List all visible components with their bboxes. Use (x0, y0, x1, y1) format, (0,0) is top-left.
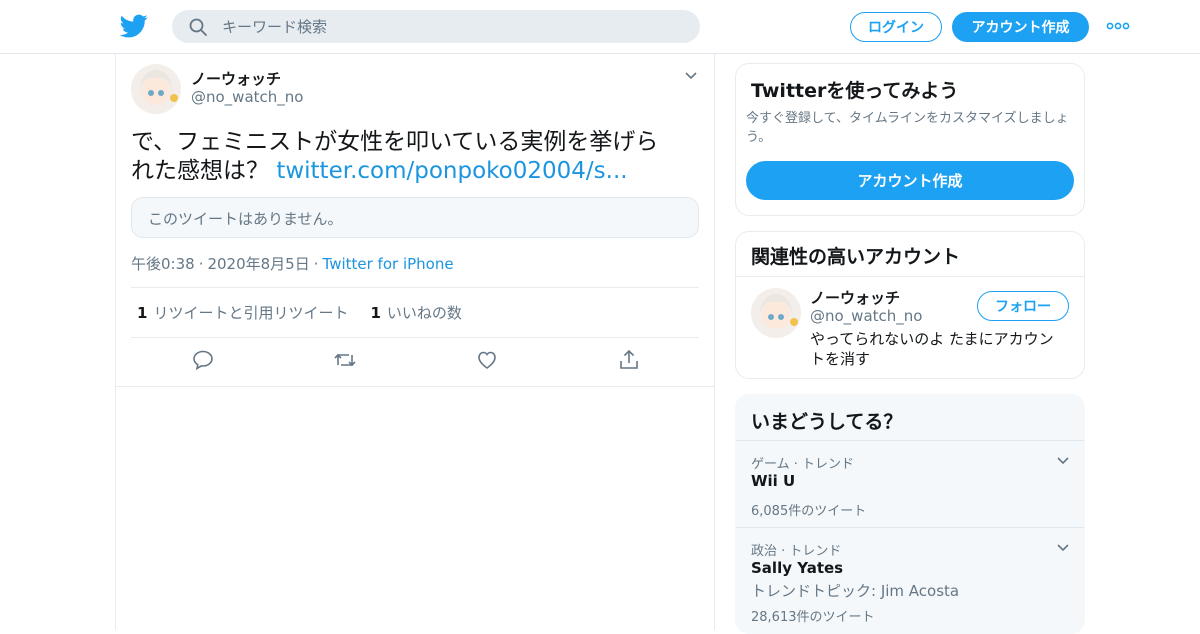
top-navigation-bar: ログイン アカウント作成 (0, 0, 1200, 54)
like-icon[interactable] (475, 348, 499, 372)
tweet-actions (131, 348, 699, 378)
trends-card: いまどうしてる？ ゲーム · トレンド Wii U 6,085件のツイート 政治… (735, 394, 1085, 634)
meta-separator: · (198, 255, 204, 273)
retweet-stat[interactable]: 1 リツイートと引用リツイート (137, 302, 348, 323)
search-icon (189, 18, 207, 36)
search-bar[interactable] (172, 10, 700, 43)
trend-name: Wii U (751, 472, 796, 490)
tweet-metadata: 午後0:38 · 2020年8月5日 · Twitter for iPhone (131, 253, 454, 274)
search-input[interactable] (222, 17, 662, 36)
trend-category: 政治 · トレンド (751, 544, 842, 559)
login-button[interactable]: ログイン (850, 12, 942, 42)
tweet-link[interactable]: twitter.com/ponpoko02004/s... (276, 158, 627, 184)
related-account-handle[interactable]: @no_watch_no (810, 307, 922, 325)
like-stat-label: いいねの数 (386, 304, 462, 322)
chevron-down-icon[interactable] (1056, 456, 1070, 466)
retweet-stat-label: リツイートと引用リツイート (153, 304, 349, 322)
twitter-bird-logo-icon[interactable] (120, 12, 148, 40)
related-accounts-card: 関連性の高いアカウント ノーウォッチ @no_watch_no やってられないの… (735, 231, 1085, 379)
divider (736, 276, 1084, 277)
signup-card-button[interactable]: アカウント作成 (746, 161, 1074, 200)
trend-topic: トレンドトピック: Jim Acosta (751, 582, 960, 600)
tweet-stats: 1 リツイートと引用リツイート 1 いいねの数 (131, 287, 699, 338)
trend-tweet-count: 6,085件のツイート (751, 504, 867, 519)
tweet-source[interactable]: Twitter for iPhone (323, 255, 454, 273)
tweet-text-line2: れた感想は？ (131, 158, 269, 184)
share-icon[interactable] (617, 348, 641, 372)
signup-button[interactable]: アカウント作成 (952, 12, 1089, 42)
related-account-avatar[interactable] (751, 288, 801, 338)
like-stat[interactable]: 1 いいねの数 (370, 302, 461, 323)
follow-button[interactable]: フォロー (977, 291, 1069, 321)
quoted-tweet-unavailable: このツイートはありません。 (131, 197, 699, 238)
like-count: 1 (370, 304, 381, 322)
reply-icon[interactable] (191, 348, 215, 372)
avatar[interactable] (131, 64, 181, 114)
chevron-down-icon[interactable] (1056, 543, 1070, 553)
tweet-column: ノーウォッチ @no_watch_no で、フェミニストが女性を叩いている実例を… (115, 54, 715, 630)
retweet-icon[interactable] (333, 348, 357, 372)
trend-category: ゲーム · トレンド (751, 457, 855, 472)
related-card-title: 関連性の高いアカウント (751, 246, 961, 268)
avatar-image (131, 64, 181, 114)
avatar-image (751, 288, 801, 338)
related-account-name[interactable]: ノーウォッチ (810, 287, 900, 308)
more-options-icon[interactable] (1106, 19, 1130, 33)
tweet-author-name[interactable]: ノーウォッチ (191, 68, 281, 89)
tweet-date[interactable]: 2020年8月5日 (207, 255, 309, 273)
tweet: ノーウォッチ @no_watch_no で、フェミニストが女性を叩いている実例を… (116, 54, 714, 387)
tweet-text: で、フェミニストが女性を叩いている実例を挙げら れた感想は？ twitter.c… (131, 128, 701, 186)
retweet-count: 1 (137, 304, 148, 322)
tweet-text-line1: で、フェミニストが女性を叩いている実例を挙げら (131, 129, 659, 155)
signup-card-title: Twitterを使ってみよう (751, 80, 959, 102)
trend-tweet-count: 28,613件のツイート (751, 610, 875, 625)
chevron-down-icon[interactable] (684, 71, 698, 81)
meta-separator: · (313, 255, 319, 273)
trend-name: Sally Yates (751, 559, 844, 577)
tweet-time[interactable]: 午後0:38 (131, 255, 195, 273)
signup-prompt-card: Twitterを使ってみよう 今すぐ登録して、タイムラインをカスタマイズしましょ… (735, 63, 1085, 216)
tweet-author-handle[interactable]: @no_watch_no (191, 88, 303, 106)
trend-item[interactable]: 政治 · トレンド Sally Yates トレンドトピック: Jim Acos… (736, 527, 1084, 633)
trends-card-title: いまどうしてる？ (751, 411, 903, 433)
related-account-bio: やってられないのよ たまにアカウントを消す (810, 330, 1054, 368)
trend-item[interactable]: ゲーム · トレンド Wii U 6,085件のツイート (736, 440, 1084, 527)
signup-card-description: 今すぐ登録して、タイムラインをカスタマイズしましょう。 (746, 111, 1069, 145)
